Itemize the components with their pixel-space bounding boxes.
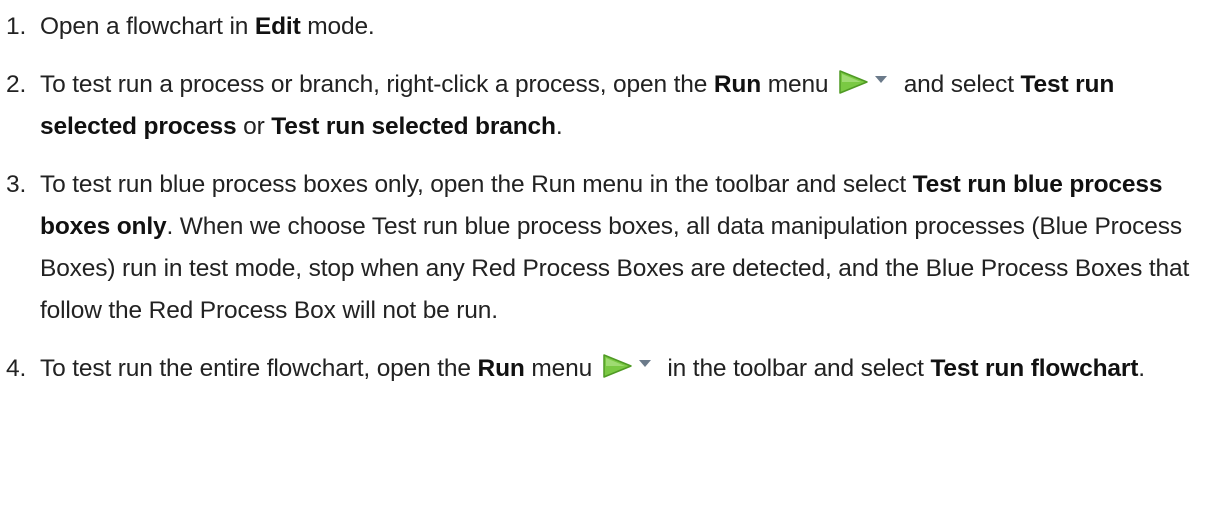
step-number: 2. xyxy=(6,71,27,98)
step-text: To test run the entire flowchart, open t… xyxy=(40,355,478,382)
instruction-page: 1. Open a flowchart in Edit mode. 2. To … xyxy=(0,0,1210,516)
step-2: 2. To test run a process or branch, righ… xyxy=(0,64,1210,148)
run-menu-icon[interactable] xyxy=(601,353,657,379)
test-run-flowchart-label: Test run flowchart xyxy=(930,355,1139,382)
step-text: mode. xyxy=(300,13,375,40)
step-text: . xyxy=(1138,355,1145,382)
step-text: in the toolbar and select xyxy=(660,355,931,382)
chevron-down-icon xyxy=(875,76,888,83)
run-menu-label: Run xyxy=(713,71,762,98)
run-menu-icon[interactable] xyxy=(837,69,893,95)
step-text: menu xyxy=(524,355,599,382)
step-number: 4. xyxy=(6,355,27,382)
edit-mode-label: Edit xyxy=(254,13,301,40)
step-text: or xyxy=(236,113,272,140)
chevron-down-icon xyxy=(638,360,651,367)
step-text: . xyxy=(555,113,563,140)
steps-list: 1. Open a flowchart in Edit mode. 2. To … xyxy=(0,6,1210,390)
step-text: menu xyxy=(761,71,836,98)
run-menu-label: Run xyxy=(477,355,525,382)
step-text: To test run blue process boxes only, ope… xyxy=(40,171,913,198)
step-1: 1. Open a flowchart in Edit mode. xyxy=(0,6,1210,48)
step-4: 4. To test run the entire flowchart, ope… xyxy=(0,348,1210,390)
test-run-selected-branch-label: Test run selected branch xyxy=(271,113,556,140)
step-number: 1. xyxy=(6,13,27,40)
step-text: Open a flowchart in xyxy=(40,13,255,40)
step-text: . When we choose Test run blue process b… xyxy=(40,213,1190,324)
step-3: 3. To test run blue process boxes only, … xyxy=(0,164,1210,332)
step-text: and select xyxy=(897,71,1021,98)
step-text: To test run a process or branch, right-c… xyxy=(40,71,714,98)
step-number: 3. xyxy=(6,171,27,198)
